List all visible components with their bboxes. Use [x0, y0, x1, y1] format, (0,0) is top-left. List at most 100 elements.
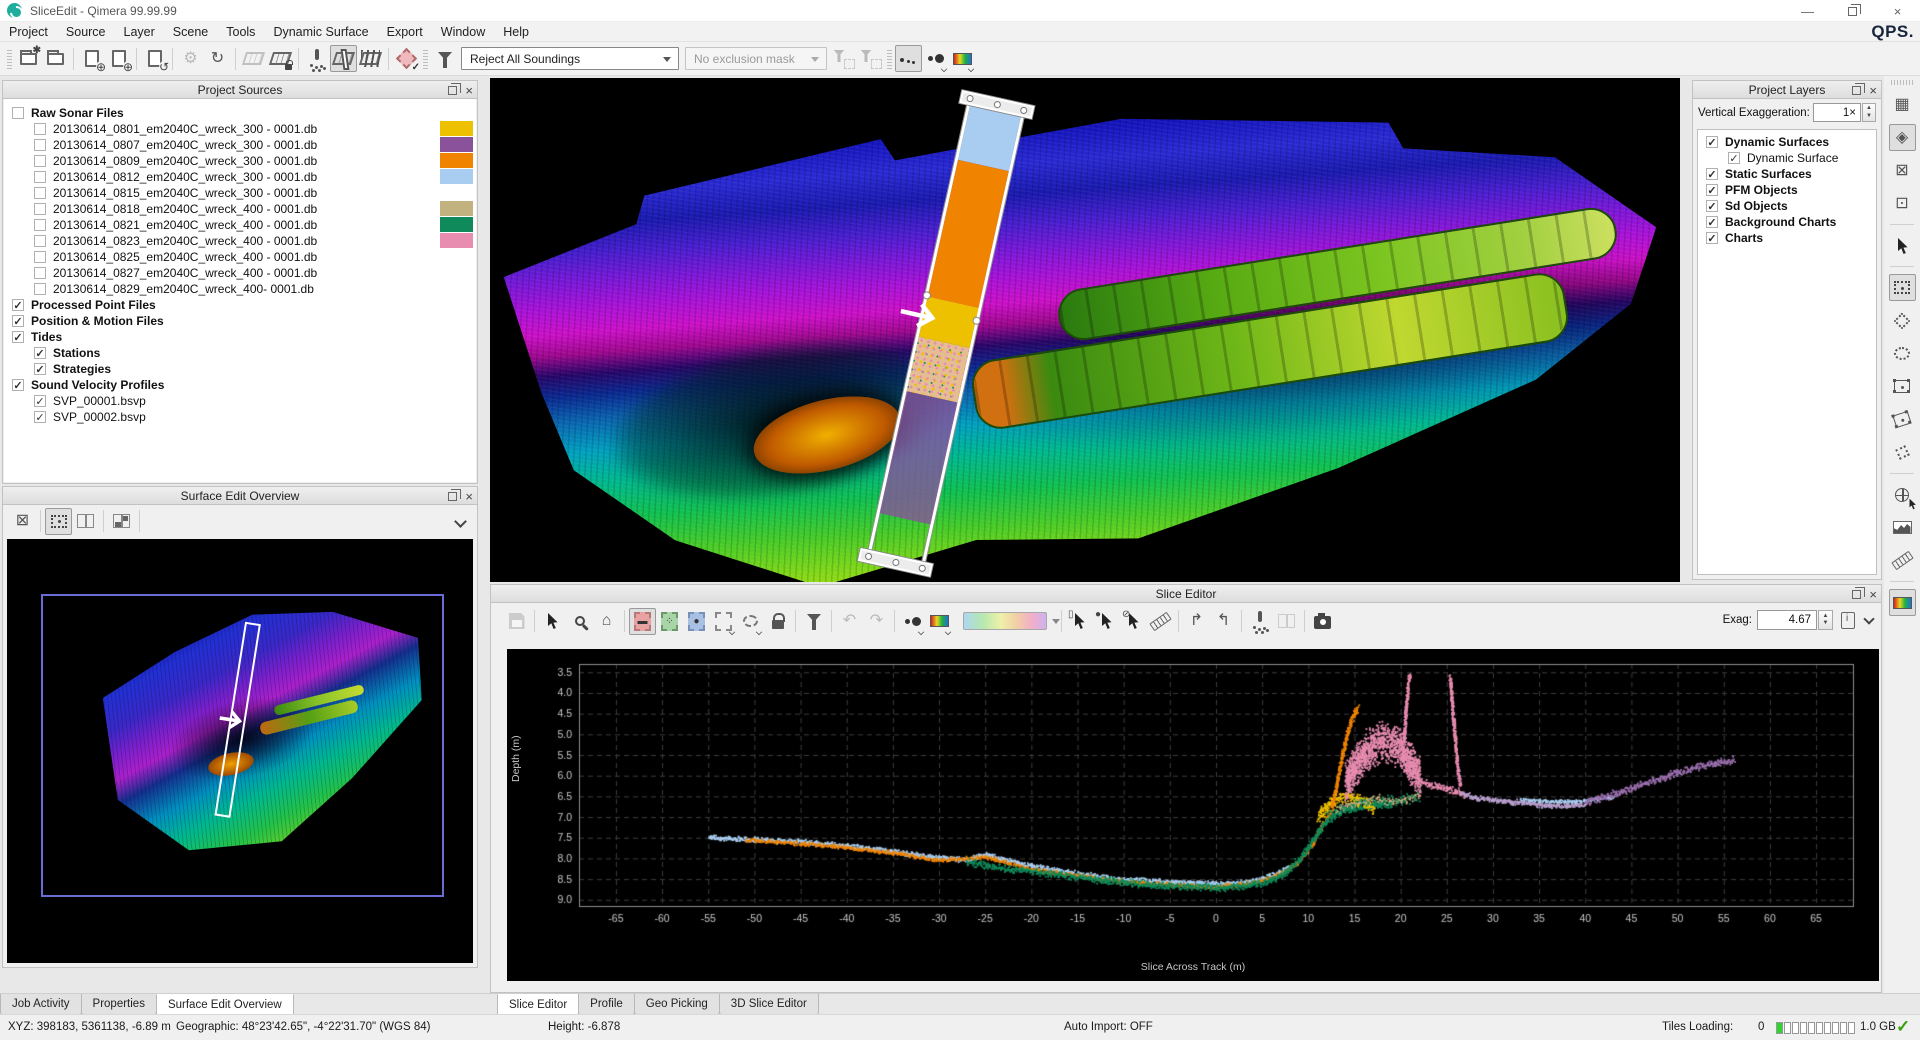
rect-select-icon[interactable]: [45, 508, 72, 535]
tree-row[interactable]: 20130614_0809_em2040C_wreck_300 - 0001.d…: [4, 153, 476, 169]
tree-row[interactable]: ✓Strategies: [4, 361, 476, 377]
redo-icon[interactable]: ↷: [863, 608, 890, 635]
point-size-icon[interactable]: [899, 608, 926, 635]
float-panel-icon[interactable]: [1852, 590, 1861, 599]
float-panel-icon[interactable]: [448, 492, 457, 501]
cursor-icon[interactable]: [539, 608, 566, 635]
menu-help[interactable]: Help: [494, 22, 538, 42]
tree-row[interactable]: 20130614_0825_em2040C_wreck_400 - 0001.d…: [4, 249, 476, 265]
reject-mode-dropdown[interactable]: Reject All Soundings: [461, 47, 679, 70]
vertical-exaggeration-spinner[interactable]: ▲▼: [1862, 103, 1876, 122]
tree-row[interactable]: ✓Processed Point Files: [4, 297, 476, 313]
checkbox[interactable]: ✓: [1706, 200, 1718, 212]
turn-left-icon[interactable]: ↰: [1210, 608, 1237, 635]
float-panel-icon[interactable]: [448, 86, 457, 95]
grid-view-icon[interactable]: ▦: [1889, 91, 1916, 118]
filter-zoom-icon[interactable]: [800, 608, 827, 635]
ellipse-select-icon[interactable]: [1889, 340, 1916, 367]
geo-pick-icon[interactable]: [1889, 481, 1916, 508]
turn-right-icon[interactable]: ↱: [1183, 608, 1210, 635]
checkbox[interactable]: ✓: [1728, 152, 1740, 164]
point-edit-icon[interactable]: [303, 45, 330, 72]
tree-row[interactable]: ✓Charts: [1698, 230, 1876, 246]
reload-files-icon[interactable]: ↺: [141, 45, 168, 72]
split-window-icon[interactable]: [72, 508, 99, 535]
close-panel-icon[interactable]: ×: [1869, 84, 1877, 97]
measure-icon[interactable]: [1889, 547, 1916, 574]
tree-row[interactable]: 20130614_0818_em2040C_wreck_400 - 0001.d…: [4, 201, 476, 217]
locked-surface-icon[interactable]: [267, 45, 294, 72]
toolbar-drag-handle[interactable]: [423, 48, 428, 70]
menu-scene[interactable]: Scene: [164, 22, 217, 42]
tree-row[interactable]: 20130614_0812_em2040C_wreck_300 - 0001.d…: [4, 169, 476, 185]
menu-dynamic-surface[interactable]: Dynamic Surface: [264, 22, 377, 42]
add-raw-sonar-icon[interactable]: ⊕: [78, 45, 105, 72]
checkbox[interactable]: ✓: [34, 411, 46, 423]
box-3d-icon[interactable]: ⊡: [1889, 190, 1916, 217]
build-surface-icon[interactable]: [240, 45, 267, 72]
rotated-rect-icon[interactable]: [1889, 406, 1916, 433]
filter-expand-icon[interactable]: [857, 45, 884, 72]
mini-slice-icon[interactable]: [1889, 439, 1916, 466]
close-button[interactable]: ×: [1875, 0, 1920, 22]
tab-3d-slice-editor[interactable]: 3D Slice Editor: [719, 994, 819, 1015]
pick-point-icon[interactable]: ●: [1093, 608, 1120, 635]
collapse-chevron-icon[interactable]: [454, 515, 467, 528]
exag-spinner[interactable]: ▲▼: [1818, 610, 1833, 630]
menu-project[interactable]: Project: [0, 22, 57, 42]
point-display-icon[interactable]: [895, 45, 922, 72]
zoom-extents-icon[interactable]: ⊠: [1889, 157, 1916, 184]
zoom-icon[interactable]: [566, 608, 593, 635]
accept-rect-icon[interactable]: ⁘: [656, 608, 683, 635]
menu-source[interactable]: Source: [57, 22, 115, 42]
tab-properties[interactable]: Properties: [81, 994, 157, 1015]
tree-row[interactable]: ✓Position & Motion Files: [4, 313, 476, 329]
ellipse-lasso-icon[interactable]: [737, 608, 764, 635]
colormap-icon[interactable]: [1889, 589, 1916, 616]
toolbar-drag-handle[interactable]: [887, 48, 892, 70]
restore-button[interactable]: [1830, 0, 1875, 22]
checkbox[interactable]: [34, 283, 46, 295]
tree-row[interactable]: 20130614_0801_em2040C_wreck_300 - 0001.d…: [4, 121, 476, 137]
toolbar-drag-handle[interactable]: [1891, 80, 1913, 85]
checkbox[interactable]: ✓: [34, 363, 46, 375]
tree-row[interactable]: ✓Background Charts: [1698, 214, 1876, 230]
camera-icon[interactable]: [1309, 608, 1336, 635]
tree-row[interactable]: ✓Dynamic Surface: [1698, 150, 1876, 166]
split-window-filled-icon[interactable]: [108, 508, 135, 535]
tree-row[interactable]: 20130614_0829_em2040C_wreck_400- 0001.db: [4, 281, 476, 297]
tree-row[interactable]: 20130614_0823_em2040C_wreck_400 - 0001.d…: [4, 233, 476, 249]
checkbox[interactable]: ✓: [12, 379, 24, 391]
tab-slice-editor[interactable]: Slice Editor: [497, 994, 579, 1016]
tree-row[interactable]: ✓Sound Velocity Profiles: [4, 377, 476, 393]
tree-row[interactable]: Raw Sonar Files: [4, 105, 476, 121]
minimize-button[interactable]: —: [1785, 0, 1830, 22]
checkbox[interactable]: ✓: [1706, 232, 1718, 244]
checkbox[interactable]: ✓: [1706, 168, 1718, 180]
checkbox[interactable]: [34, 219, 46, 231]
options-chevron-icon[interactable]: [1863, 613, 1874, 624]
tab-job-activity[interactable]: Job Activity: [0, 994, 82, 1015]
vertical-exaggeration-input[interactable]: 1×: [1813, 103, 1861, 122]
sync-icon[interactable]: ↻: [204, 45, 231, 72]
slice-plot-canvas[interactable]: [507, 649, 1879, 981]
close-panel-icon[interactable]: ×: [1869, 588, 1877, 601]
open-project-icon[interactable]: [42, 45, 69, 72]
float-panel-icon[interactable]: [1852, 86, 1861, 95]
menu-layer[interactable]: Layer: [115, 22, 164, 42]
point-size-icon[interactable]: [922, 45, 949, 72]
pick-annotate-icon[interactable]: ⊘: [1120, 608, 1147, 635]
tab-surface-edit-overview[interactable]: Surface Edit Overview: [156, 994, 294, 1016]
add-processed-points-icon[interactable]: ⊕: [105, 45, 132, 72]
checkbox[interactable]: [34, 235, 46, 247]
checkbox[interactable]: [34, 123, 46, 135]
checkbox[interactable]: [34, 251, 46, 263]
close-panel-icon[interactable]: ×: [465, 490, 473, 503]
checkbox[interactable]: ✓: [34, 395, 46, 407]
checkbox[interactable]: [34, 187, 46, 199]
polygon-select-icon[interactable]: [1889, 307, 1916, 334]
surface-view-icon[interactable]: ◈: [1889, 124, 1916, 151]
slice-edit-icon[interactable]: [330, 45, 357, 72]
checkbox[interactable]: ✓: [1706, 136, 1718, 148]
scene-3d[interactable]: [490, 78, 1680, 582]
